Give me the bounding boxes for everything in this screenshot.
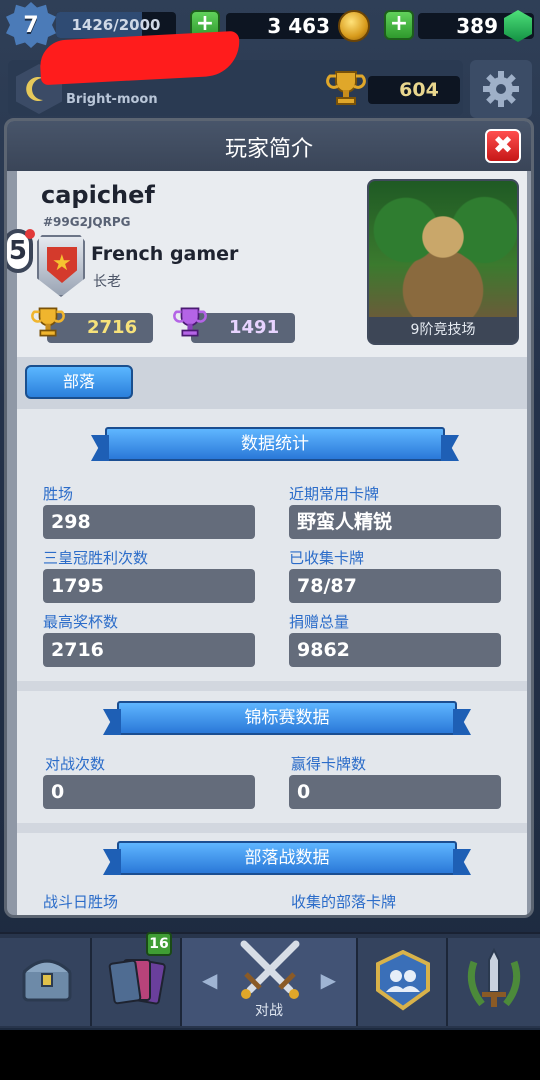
settings-button[interactable] [470, 60, 532, 118]
new-cards-badge: 16 [146, 932, 172, 956]
add-gems-button[interactable]: + [384, 10, 414, 40]
clan-name[interactable]: French gamer [91, 243, 238, 265]
player-profile-modal: 玩家简介 ✖ 5 capichef #99G2JQRPG ★ French ga… [4, 118, 534, 918]
nav-shop-tab[interactable] [0, 938, 92, 1026]
field-value-cards-found: 78/87 [289, 569, 501, 603]
field-label-wins: 胜场 [43, 485, 74, 503]
clanwar-header-ribbon: 部落战数据 [117, 841, 457, 875]
crossed-swords-icon [240, 940, 300, 999]
section-divider [17, 823, 527, 833]
home-clan-name: Bright-moon [66, 92, 158, 107]
gold-coin-icon [338, 10, 370, 42]
clan-role: 长老 [93, 274, 121, 290]
modal-title: 玩家简介 [224, 137, 313, 162]
field-label-three-crown-wins: 三皇冠胜利次数 [43, 549, 149, 567]
field-label-war-day-wins: 战斗日胜场 [43, 893, 119, 911]
notification-dot [25, 229, 35, 239]
field-label-tournament-cards-won: 赢得卡牌数 [291, 755, 367, 773]
profile-panel: 5 capichef #99G2JQRPG ★ French gamer 长老 … [7, 171, 527, 357]
nav-clan-tab[interactable] [358, 938, 448, 1026]
field-label-total-donations: 捐赠总量 [289, 613, 350, 631]
field-value-three-crown-wins: 1795 [43, 569, 255, 603]
field-value-wins: 298 [43, 505, 255, 539]
modal-header: 玩家简介 ✖ [7, 121, 531, 171]
field-value-tournament-cards-won: 0 [289, 775, 501, 809]
arena-label: 9阶竞技场 [369, 317, 517, 343]
stats-header-ribbon: 数据统计 [105, 427, 445, 461]
trophy-icon [326, 71, 366, 105]
stats-panel: 数据统计 胜场 298 近期常用卡牌 野蛮人精锐 三皇冠胜利次数 1795 已收… [17, 409, 527, 915]
trophy-icon [31, 307, 65, 337]
field-label-favorite-card: 近期常用卡牌 [289, 485, 380, 503]
player-tag: #99G2JQRPG [43, 215, 131, 229]
home-trophy-count: 604 [368, 76, 460, 104]
field-value-total-donations: 9862 [289, 633, 501, 667]
clan-button[interactable]: 部落 [25, 365, 133, 399]
arena-card[interactable]: 9阶竞技场 [367, 179, 519, 345]
field-label-cards-found: 已收集卡牌 [289, 549, 365, 567]
best-trophy-icon [173, 307, 207, 337]
player-level-badge[interactable]: 7 [6, 2, 56, 48]
field-label-highest-trophies: 最高奖杯数 [43, 613, 119, 631]
social-shield-icon [376, 950, 430, 1011]
clan-tab-strip: 部落 [17, 357, 527, 409]
bottom-navigation: ◀ ▶ 对战 [0, 932, 540, 1028]
player-name: capichef [41, 181, 155, 209]
tournament-header-ribbon: 锦标赛数据 [117, 701, 457, 735]
section-divider [17, 681, 527, 691]
field-label-tournament-battles: 对战次数 [45, 755, 106, 773]
nav-tournament-tab[interactable] [448, 938, 540, 1026]
jungle-arena-image [369, 181, 517, 321]
field-value-favorite-card: 野蛮人精锐 [289, 505, 501, 539]
arrow-left-icon: ◀ [202, 968, 218, 992]
close-button[interactable]: ✖ [485, 129, 521, 163]
star-icon: ★ [52, 251, 72, 276]
field-label-clan-cards-collected: 收集的部落卡牌 [291, 893, 397, 911]
laurel-sword-icon [467, 948, 521, 1007]
battle-tab-label: 对战 [255, 1003, 283, 1019]
field-value-highest-trophies: 2716 [43, 633, 255, 667]
chest-icon [22, 959, 72, 1002]
field-value-tournament-battles: 0 [43, 775, 255, 809]
cards-icon [108, 959, 166, 1005]
arrow-right-icon: ▶ [320, 968, 336, 992]
nav-battle-tab[interactable]: ◀ ▶ 对战 [182, 938, 358, 1026]
gear-icon [483, 71, 519, 107]
clan-badge-icon[interactable]: ★ [37, 235, 85, 297]
